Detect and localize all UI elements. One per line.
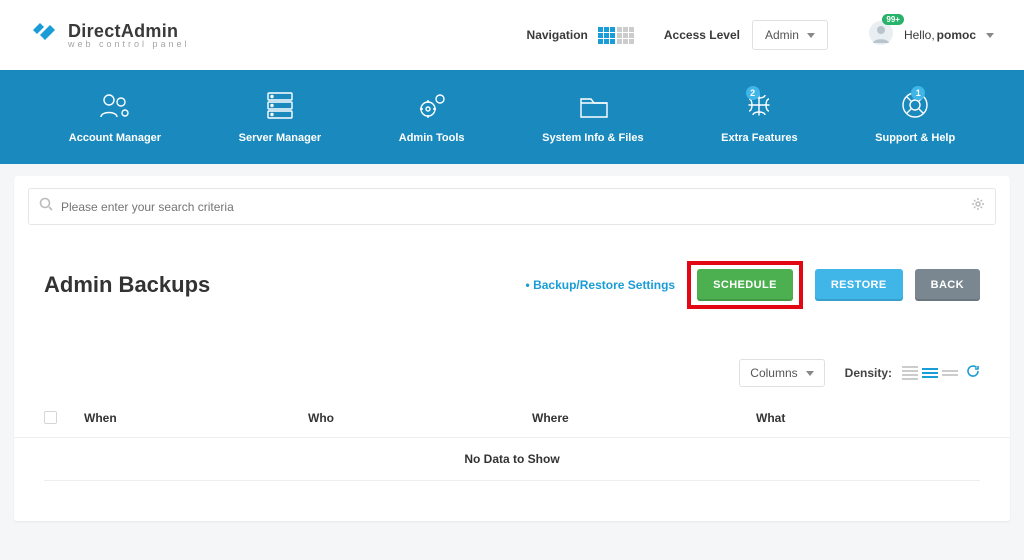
nav-system-info[interactable]: System Info & Files bbox=[542, 88, 643, 144]
brand-logo[interactable]: DirectAdmin web control panel bbox=[30, 18, 190, 53]
server-icon bbox=[260, 88, 300, 122]
col-when[interactable]: When bbox=[84, 411, 308, 427]
navigation-label: Navigation bbox=[527, 28, 588, 42]
col-what[interactable]: What bbox=[756, 411, 980, 427]
badge: 2 bbox=[746, 86, 760, 100]
main-panel: Admin Backups Backup/Restore Settings SC… bbox=[14, 176, 1010, 521]
search-settings-icon[interactable] bbox=[971, 197, 985, 216]
nav-admin-tools[interactable]: Admin Tools bbox=[399, 88, 465, 144]
nav-support-help[interactable]: 1 Support & Help bbox=[875, 88, 955, 144]
access-level-label: Access Level bbox=[664, 28, 740, 42]
col-where[interactable]: Where bbox=[532, 411, 756, 427]
nav-account-manager[interactable]: Account Manager bbox=[69, 88, 161, 144]
nav-server-manager[interactable]: Server Manager bbox=[239, 88, 322, 144]
user-menu[interactable]: 99+ Hello,pomoc bbox=[868, 20, 994, 51]
columns-select[interactable]: Columns bbox=[739, 359, 824, 387]
brand-text: DirectAdmin web control panel bbox=[68, 22, 190, 49]
brand-subtitle: web control panel bbox=[68, 40, 190, 49]
select-all-checkbox[interactable] bbox=[44, 411, 57, 424]
search-input[interactable] bbox=[61, 200, 963, 214]
nav-list-icon[interactable] bbox=[617, 27, 634, 44]
chevron-down-icon bbox=[986, 33, 994, 38]
schedule-button[interactable]: SCHEDULE bbox=[697, 269, 793, 301]
schedule-highlight: SCHEDULE bbox=[687, 261, 803, 309]
brand-icon bbox=[30, 18, 60, 53]
users-icon bbox=[95, 88, 135, 122]
table-header: When Who Where What bbox=[14, 397, 1010, 438]
density-comfortable-icon[interactable] bbox=[942, 370, 958, 376]
main-nav: Account Manager Server Manager Admin Too… bbox=[0, 70, 1024, 164]
backup-restore-settings-link[interactable]: Backup/Restore Settings bbox=[526, 278, 676, 292]
density-normal-icon[interactable] bbox=[922, 368, 938, 378]
nav-extra-features[interactable]: 2 Extra Features bbox=[721, 88, 797, 144]
back-button[interactable]: BACK bbox=[915, 269, 980, 301]
density-label: Density: bbox=[845, 366, 892, 380]
col-who[interactable]: Who bbox=[308, 411, 532, 427]
nav-grid-icon[interactable] bbox=[598, 27, 615, 44]
restore-button[interactable]: RESTORE bbox=[815, 269, 903, 301]
density-compact-icon[interactable] bbox=[902, 366, 918, 380]
topbar: DirectAdmin web control panel Navigation… bbox=[0, 0, 1024, 70]
chevron-down-icon bbox=[806, 371, 814, 376]
access-level-select[interactable]: Admin bbox=[752, 20, 828, 50]
gears-icon bbox=[412, 88, 452, 122]
folder-icon bbox=[573, 88, 613, 122]
avatar-badge: 99+ bbox=[882, 14, 904, 25]
access-level-value: Admin bbox=[765, 28, 799, 42]
search-icon bbox=[39, 197, 53, 216]
chevron-down-icon bbox=[807, 33, 815, 38]
empty-state: No Data to Show bbox=[44, 438, 980, 481]
avatar: 99+ bbox=[868, 20, 894, 51]
search-box[interactable] bbox=[28, 188, 996, 225]
page-title: Admin Backups bbox=[44, 272, 210, 298]
hello-text: Hello,pomoc bbox=[904, 28, 976, 42]
refresh-icon[interactable] bbox=[966, 364, 980, 383]
brand-title: DirectAdmin bbox=[68, 22, 190, 40]
